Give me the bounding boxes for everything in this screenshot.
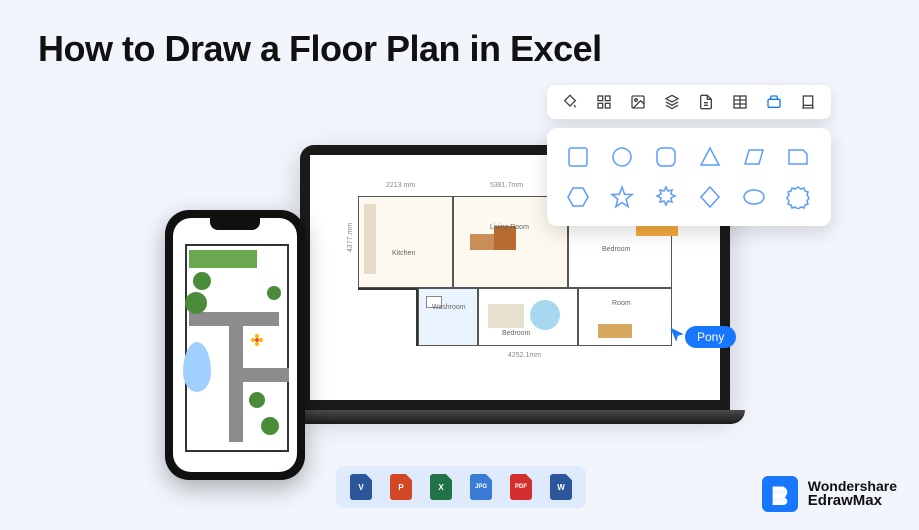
bedroom2-bed xyxy=(488,304,524,328)
dimension-left1: 4377.mm xyxy=(347,222,354,251)
brand-line1: Wondershare xyxy=(808,479,897,494)
page-icon[interactable] xyxy=(697,93,715,111)
phone-notch xyxy=(210,218,260,230)
garden-hedge xyxy=(189,250,257,268)
components-icon[interactable] xyxy=(595,93,613,111)
tree-icon xyxy=(261,417,279,435)
garden-plan-canvas xyxy=(179,232,291,466)
brand-text: Wondershare EdrawMax xyxy=(808,479,897,509)
garden-path xyxy=(229,368,289,382)
brand-line2: EdrawMax xyxy=(808,493,897,509)
shape-circle[interactable] xyxy=(609,144,635,170)
edrawmax-logo-icon xyxy=(762,476,798,512)
shape-rounded-square[interactable] xyxy=(653,144,679,170)
shape-hexagon[interactable] xyxy=(565,184,591,210)
top-toolbar xyxy=(547,85,831,119)
shape-square[interactable] xyxy=(565,144,591,170)
brand-lockup: Wondershare EdrawMax xyxy=(762,476,897,512)
tree-icon xyxy=(267,286,281,300)
label-bedroom2: Bedroom xyxy=(502,330,530,337)
shape-palette xyxy=(547,128,831,226)
file-powerpoint-icon[interactable] xyxy=(390,474,412,500)
dimension-top2: 5381.7mm xyxy=(490,182,523,189)
label-bedroom1: Bedroom xyxy=(602,246,630,253)
frame-icon[interactable] xyxy=(799,93,817,111)
shapes-icon[interactable] xyxy=(765,93,783,111)
shape-burst[interactable] xyxy=(653,184,679,210)
file-pdf-icon[interactable] xyxy=(510,474,532,500)
shape-triangle[interactable] xyxy=(697,144,723,170)
kitchen-counter xyxy=(364,204,376,274)
shape-card[interactable] xyxy=(785,144,811,170)
file-visio-icon[interactable] xyxy=(350,474,372,500)
export-formats-bar xyxy=(336,466,586,508)
shape-star[interactable] xyxy=(609,184,635,210)
bedroom2-rug xyxy=(530,300,560,330)
shape-ellipse[interactable] xyxy=(741,184,767,210)
page-title: How to Draw a Floor Plan in Excel xyxy=(38,28,602,70)
tree-icon xyxy=(193,272,211,290)
cursor-icon xyxy=(668,326,686,344)
file-word-icon[interactable] xyxy=(550,474,572,500)
image-icon[interactable] xyxy=(629,93,647,111)
phone-mockup xyxy=(165,210,305,480)
file-excel-icon[interactable] xyxy=(430,474,452,500)
label-room: Room xyxy=(612,300,631,307)
dimension-top1: 2213.mm xyxy=(386,182,415,189)
file-jpg-icon[interactable] xyxy=(470,474,492,500)
label-living: Living Room xyxy=(490,224,529,231)
label-kitchen: Kitchen xyxy=(392,250,415,257)
dimension-bottom: 4252.1mm xyxy=(508,352,541,359)
layers-icon[interactable] xyxy=(663,93,681,111)
room-desk xyxy=(598,324,632,338)
flower-icon xyxy=(249,332,265,348)
table-icon[interactable] xyxy=(731,93,749,111)
tree-icon xyxy=(185,292,207,314)
shape-seal[interactable] xyxy=(785,184,811,210)
phone-display xyxy=(173,218,297,472)
collaborator-badge: Pony xyxy=(685,326,736,348)
fill-icon[interactable] xyxy=(561,93,579,111)
label-washroom: Washroom xyxy=(432,304,466,311)
laptop-base xyxy=(285,410,745,424)
tree-icon xyxy=(249,392,265,408)
shape-parallelogram[interactable] xyxy=(741,144,767,170)
shape-diamond[interactable] xyxy=(697,184,723,210)
floorplan-cutout xyxy=(358,288,418,346)
